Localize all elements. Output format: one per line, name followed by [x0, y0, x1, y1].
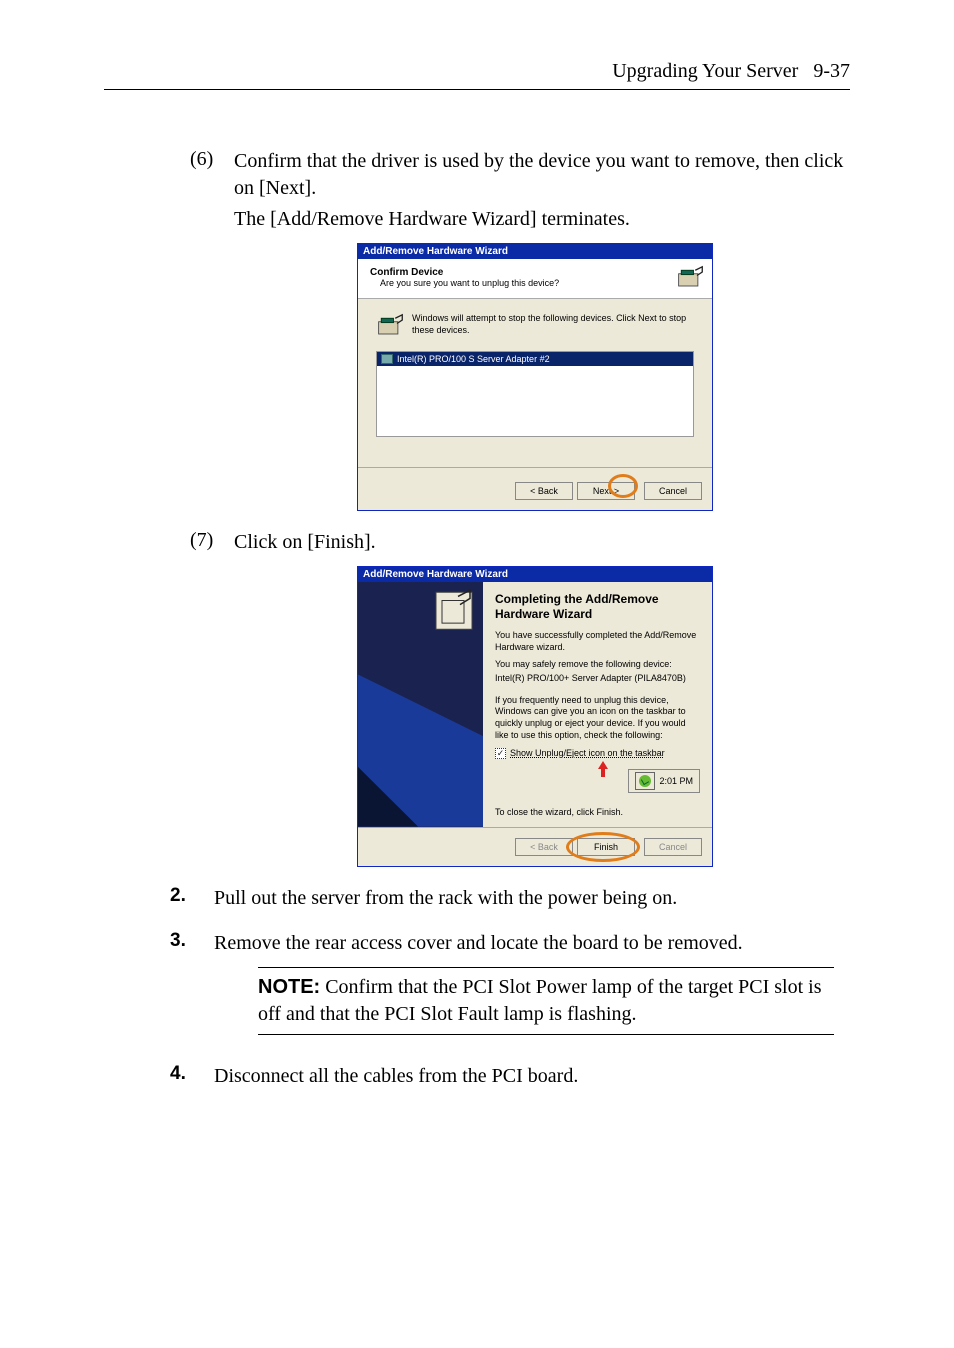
wizard2-close-text: To close the wizard, click Finish. [495, 807, 700, 817]
wizard1-device-name: Intel(R) PRO/100 S Server Adapter #2 [397, 354, 550, 364]
wizard2-dialog: Add/Remove Hardware Wizard Completing th… [357, 566, 713, 867]
pci-card-icon [676, 265, 704, 293]
tray-time: 2:01 PM [659, 776, 693, 786]
step6-text: Confirm that the driver is used by the d… [234, 148, 850, 202]
wizard1-device-list[interactable]: Intel(R) PRO/100 S Server Adapter #2 [376, 351, 694, 437]
wizard2-line1: You have successfully completed the Add/… [495, 630, 700, 653]
wizard1-heading: Confirm Device [370, 267, 700, 278]
unplug-eject-icon[interactable] [639, 775, 651, 787]
wizard2-line2a: You may safely remove the following devi… [495, 659, 700, 671]
finish-button[interactable]: Finish [577, 838, 635, 856]
back-button[interactable]: < Back [515, 482, 573, 500]
pci-card-icon [376, 313, 404, 341]
step7-text: Click on [Finish]. [234, 529, 850, 556]
step6-num: (6) [190, 148, 234, 233]
step4-text: Disconnect all the cables from the PCI b… [214, 1063, 850, 1090]
wizard1-dialog: Add/Remove Hardware Wizard Confirm Devic… [357, 243, 713, 511]
next-button[interactable]: Next > [577, 482, 635, 500]
step4-num: 4. [170, 1063, 214, 1090]
wizard2-heading: Completing the Add/Remove Hardware Wizar… [495, 592, 700, 622]
wizard1-subheading: Are you sure you want to unplug this dev… [380, 278, 700, 288]
arrow-icon [598, 761, 608, 779]
wizard1-titlebar: Add/Remove Hardware Wizard [358, 244, 712, 259]
wizard2-sidebar-image [358, 582, 483, 827]
step6-line2: The [Add/Remove Hardware Wizard] termina… [234, 206, 850, 233]
page-number: 9-37 [813, 60, 850, 82]
cancel-button: Cancel [644, 838, 702, 856]
step2-num: 2. [170, 885, 214, 912]
cancel-button[interactable]: Cancel [644, 482, 702, 500]
step3-num: 3. [170, 930, 214, 957]
step2-text: Pull out the server from the rack with t… [214, 885, 850, 912]
note-label: NOTE: [258, 976, 320, 998]
network-adapter-icon [381, 354, 393, 364]
show-unplug-label: Show Unplug/Eject icon on the taskbar [510, 748, 665, 758]
header-title: Upgrading Your Server [612, 60, 798, 82]
wizard2-titlebar: Add/Remove Hardware Wizard [358, 567, 712, 582]
wizard1-midtext: Windows will attempt to stop the followi… [412, 313, 694, 336]
show-unplug-checkbox[interactable]: ✓ [495, 748, 506, 759]
wizard2-line2b: Intel(R) PRO/100+ Server Adapter (PILA84… [495, 673, 700, 685]
taskbar-tray: 2:01 PM [628, 769, 700, 793]
note-text: Confirm that the PCI Slot Power lamp of … [258, 976, 822, 1025]
step7-num: (7) [190, 529, 234, 556]
header-rule [104, 89, 850, 90]
step3-text: Remove the rear access cover and locate … [214, 930, 850, 957]
note-block: NOTE: Confirm that the PCI Slot Power la… [258, 967, 834, 1035]
back-button: < Back [515, 838, 573, 856]
wizard2-line3: If you frequently need to unplug this de… [495, 695, 700, 742]
